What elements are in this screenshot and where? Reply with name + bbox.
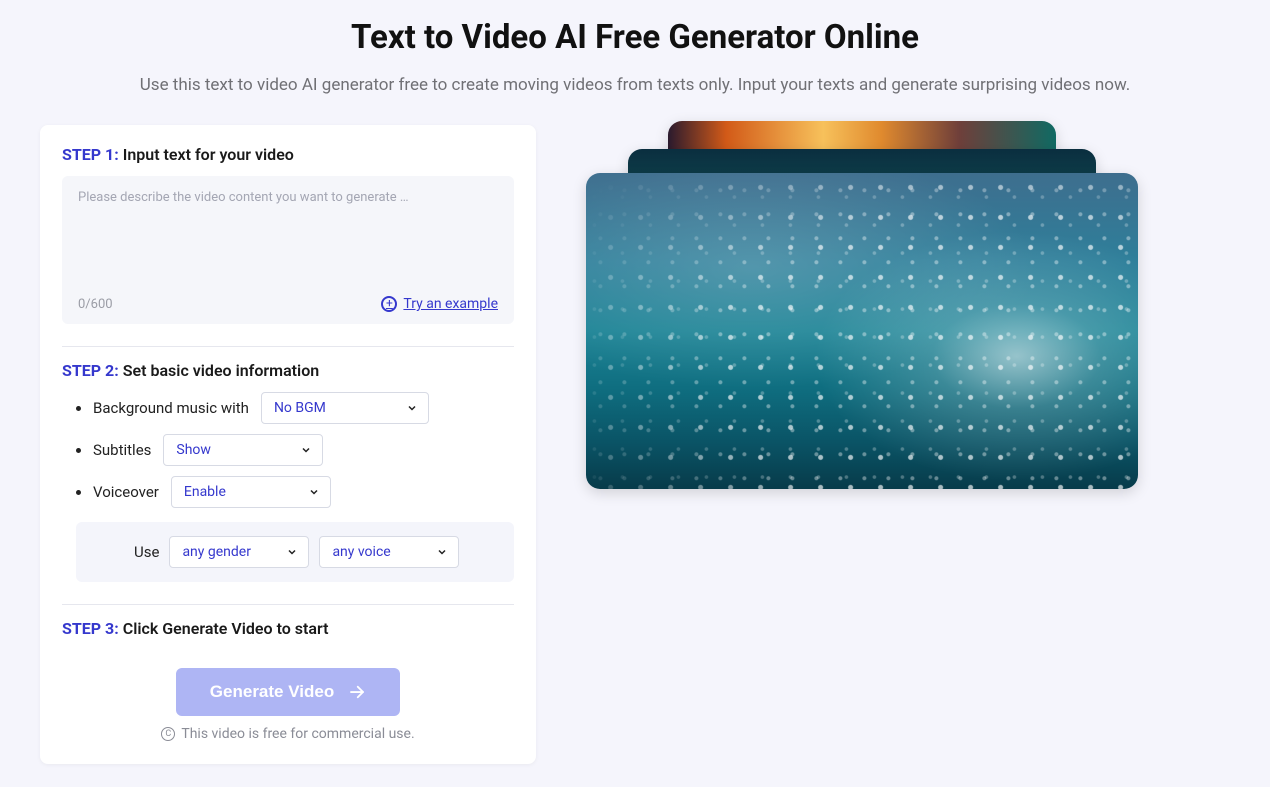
page-subtitle: Use this text to video AI generator free…	[40, 75, 1230, 95]
generate-video-button[interactable]: Generate Video	[176, 668, 400, 716]
chevron-down-icon	[436, 546, 448, 558]
voiceover-value: Enable	[184, 484, 226, 500]
try-example-link[interactable]: Try an example	[381, 296, 498, 312]
arrow-right-icon	[348, 683, 366, 701]
voice-value: any voice	[332, 544, 390, 560]
bgm-select[interactable]: No BGM	[261, 392, 429, 424]
use-label: Use	[134, 543, 159, 561]
step3-title: Click Generate Video to start	[123, 619, 329, 638]
subtitles-label: Subtitles	[93, 441, 151, 459]
step3-header: STEP 3: Click Generate Video to start	[62, 619, 514, 638]
preview-thumb-front	[586, 173, 1138, 489]
step2-header: STEP 2: Set basic video information	[62, 361, 514, 380]
use-row: Use any gender any voice	[76, 522, 514, 582]
gender-select[interactable]: any gender	[169, 536, 309, 568]
step1-header: STEP 1: Input text for your video	[62, 145, 514, 164]
step1-title: Input text for your video	[123, 145, 294, 164]
step1-label: STEP 1:	[62, 145, 119, 164]
page-title: Text to Video AI Free Generator Online	[40, 18, 1230, 57]
chevron-down-icon	[286, 546, 298, 558]
step2-title: Set basic video information	[123, 361, 319, 380]
bgm-label: Background music with	[93, 399, 249, 417]
disclaimer: C This video is free for commercial use.	[62, 726, 514, 742]
voiceover-select[interactable]: Enable	[171, 476, 331, 508]
disclaimer-text: This video is free for commercial use.	[181, 726, 414, 742]
chevron-down-icon	[300, 444, 312, 456]
prompt-box: 0/600 Try an example	[62, 176, 514, 324]
preview-stack	[586, 121, 1146, 491]
bullet-icon	[76, 406, 81, 411]
voiceover-label: Voiceover	[93, 483, 159, 501]
try-example-text: Try an example	[403, 296, 498, 312]
generate-button-label: Generate Video	[210, 682, 334, 702]
ocean-overlay	[586, 173, 1138, 489]
plus-circle-icon	[381, 296, 397, 312]
bullet-icon	[76, 490, 81, 495]
voiceover-row: Voiceover Enable	[76, 476, 514, 508]
divider	[62, 346, 514, 347]
voice-select[interactable]: any voice	[319, 536, 459, 568]
char-counter: 0/600	[78, 297, 113, 312]
step2-label: STEP 2:	[62, 361, 119, 380]
chevron-down-icon	[308, 486, 320, 498]
generator-card: STEP 1: Input text for your video 0/600 …	[40, 125, 536, 764]
subtitles-row: Subtitles Show	[76, 434, 514, 466]
copyright-icon: C	[161, 727, 175, 741]
bullet-icon	[76, 448, 81, 453]
chevron-down-icon	[406, 402, 418, 414]
gender-value: any gender	[182, 544, 251, 560]
subtitles-value: Show	[176, 442, 211, 458]
divider	[62, 604, 514, 605]
subtitles-select[interactable]: Show	[163, 434, 323, 466]
bgm-row: Background music with No BGM	[76, 392, 514, 424]
bgm-value: No BGM	[274, 400, 326, 416]
prompt-textarea[interactable]	[78, 190, 498, 286]
step3-label: STEP 3:	[62, 619, 119, 638]
